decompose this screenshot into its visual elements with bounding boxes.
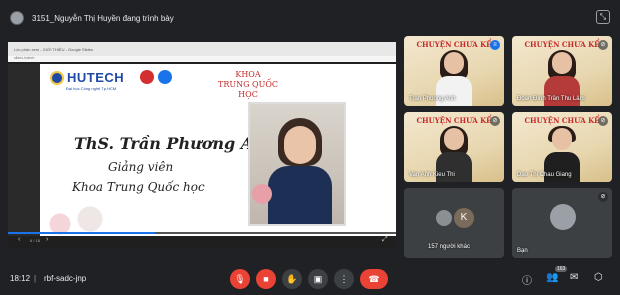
separator: | [34,274,37,283]
faculty-heading-line2: TRUNG QUỐC HỌC [217,80,278,99]
slide: HUTECH Đại học Công nghệ Tp.HCM KHOA TRU… [40,64,396,236]
bottom-bar: 18:12 | rbf-sadc-jnp 🎙 ■ ✋ ▣ ⋮ ☎ ⓘ 👥 ✉ ⬡ [0,262,620,295]
speaker-department: Khoa Trung Quốc học [72,180,205,194]
other-participants-label: 157 người khác [428,244,470,250]
muted-mic-icon: ⊘ [598,192,608,202]
participant-name: Tran Phuong Anh [409,96,456,102]
participants-count-badge: 163 [555,266,568,272]
tile-banner: CHUYỆN CHƯA KỂ [524,116,600,125]
speaker-name: ThS. Trần Phương Anh [74,134,277,153]
camera-off-icon[interactable]: ■ [256,269,276,289]
self-tile[interactable]: ⊘ Bạn [512,188,612,258]
slide-progress-bar[interactable] [8,232,396,234]
hutech-logo-text: HUTECH [67,70,125,85]
clock: 18:12 [10,274,31,283]
present-screen-icon[interactable]: ▣ [308,269,328,289]
activities-icon[interactable]: ⬡ [594,272,603,283]
browser-url: slides.hutech [14,56,35,60]
speaker-photo [248,102,346,226]
hutech-logo-subtitle: Đại học Công nghệ Tp.HCM [66,86,117,91]
people-icon[interactable]: 👥 [546,272,558,283]
speaker-role: Giảng viên [108,160,174,174]
student-association-logo-icon [158,70,172,84]
slide-page-indicator: 6 / 18 [30,238,41,243]
faculty-heading: KHOA TRUNG QUỐC HỌC [208,70,288,100]
slide-progress-fill [8,232,156,234]
self-label: Bạn [517,248,528,254]
presenter-avatar [10,11,24,25]
hutech-logo-icon [50,70,64,85]
participant-avatar-k: K [454,208,474,228]
participant-avatar [434,208,454,228]
mic-off-icon[interactable]: 🎙 [230,269,250,289]
meet-window: 3151_Nguyễn Thị Huyền đang trình bày ⤡ L… [0,0,620,295]
more-options-icon[interactable]: ⋮ [334,269,354,289]
muted-mic-icon: ⊘ [490,116,500,126]
muted-mic-icon: ⊘ [598,116,608,126]
leave-call-icon[interactable]: ☎ [360,269,388,289]
meeting-code: rbf-sadc-jnp [44,274,87,283]
participant-tile[interactable]: CHUYỆN CHƯA KỂ ≡ Tran Phuong Anh [404,36,504,106]
presenting-label: 3151_Nguyễn Thị Huyền đang trình bày [32,13,174,23]
participant-tile[interactable]: CHUYỆN CHƯA KỂ ⊘ Đoàn Đình Trần Thu Lâm [512,36,612,106]
chat-icon[interactable]: ✉ [570,272,578,283]
raise-hand-icon[interactable]: ✋ [282,269,302,289]
browser-title-bar: Lộc phần xem - GIỚI THIỆU - Google Slide… [8,42,396,56]
info-icon[interactable]: ⓘ [522,272,532,287]
fullscreen-icon[interactable]: ⤢ [382,236,388,244]
next-slide-icon[interactable]: › [46,236,48,243]
speaking-indicator-icon: ≡ [490,40,500,50]
participant-name: Van Anh Kieu Thi [409,172,455,178]
tile-banner: CHUYỆN CHƯA KỂ [524,40,600,49]
other-participants-tile[interactable]: K 157 người khác [404,188,504,258]
slide-margin [8,64,40,236]
flower-decoration [40,194,120,236]
participant-tile[interactable]: CHUYỆN CHƯA KỂ ⊘ Van Anh Kieu Thi [404,112,504,182]
tile-banner: CHUYỆN CHƯA KỂ [416,116,492,125]
browser-url-bar: slides.hutech [8,56,396,62]
browser-title: Lộc phần xem - GIỚI THIỆU - Google Slide… [14,46,93,52]
previous-slide-icon[interactable]: ‹ [18,236,20,243]
youth-union-logo-icon [140,70,154,84]
tile-banner: CHUYỆN CHƯA KỂ [416,40,492,49]
participant-name: Đoàn Đình Trần Thu Lâm [517,96,585,102]
hutech-logo: HUTECH [50,70,124,85]
self-avatar [550,204,576,230]
faculty-heading-line1: KHOA [235,70,261,79]
muted-mic-icon: ⊘ [598,40,608,50]
top-bar: 3151_Nguyễn Thị Huyền đang trình bày ⤡ [0,0,620,36]
participant-name: Dao Thi Chau Giang [517,172,572,178]
participant-tile[interactable]: CHUYỆN CHƯA KỂ ⊘ Dao Thi Chau Giang [512,112,612,182]
collapse-icon[interactable]: ⤡ [596,10,610,24]
